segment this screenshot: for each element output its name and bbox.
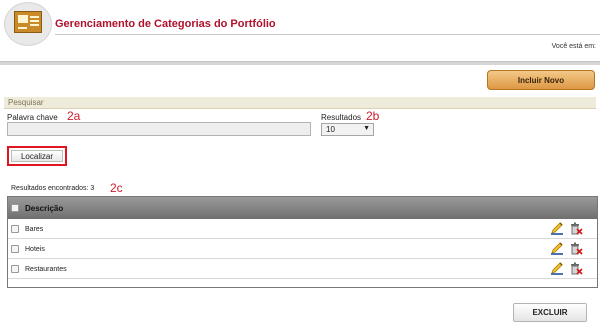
top-divider: [0, 61, 600, 65]
header-divider: [55, 34, 600, 35]
dropdown-arrow-icon: ▼: [363, 125, 370, 132]
search-section-label: Pesquisar: [8, 98, 44, 107]
locate-button[interactable]: Localizar: [11, 150, 63, 162]
column-header-description: Descrição: [25, 204, 64, 213]
row-checkbox[interactable]: [11, 225, 19, 233]
page-header: Gerenciamento de Categorias do Portfólio…: [0, 0, 600, 58]
annotation-2b: 2b: [366, 109, 380, 123]
include-new-button[interactable]: Incluir Novo: [487, 70, 595, 90]
categories-table: Descrição Bares Hoteis Restaurantes: [7, 196, 598, 288]
row-label: Restaurantes: [25, 266, 67, 273]
table-row: Bares: [8, 219, 597, 239]
row-label: Bares: [25, 226, 44, 233]
table-row: Restaurantes: [8, 259, 597, 279]
select-all-checkbox[interactable]: [11, 204, 19, 212]
results-count: Resultados encontrados: 3: [11, 185, 95, 192]
portfolio-logo-icon: [4, 2, 52, 46]
keyword-label: Palavra chave: [7, 113, 58, 122]
search-section-header: Pesquisar: [4, 97, 596, 109]
results-per-page-label: Resultados: [321, 113, 362, 122]
delete-button[interactable]: EXCLUIR: [513, 303, 587, 322]
breadcrumb: Você está em:: [551, 43, 596, 50]
edit-pencil-icon[interactable]: [550, 221, 564, 235]
annotation-2a: 2a: [67, 109, 81, 123]
table-header: Descrição: [8, 197, 597, 219]
row-label: Hoteis: [25, 246, 45, 253]
delete-trash-icon[interactable]: [569, 261, 583, 275]
results-per-page-select[interactable]: 10 ▼: [321, 123, 374, 136]
row-checkbox[interactable]: [11, 265, 19, 273]
delete-trash-icon[interactable]: [569, 221, 583, 235]
table-row: Hoteis: [8, 239, 597, 259]
delete-trash-icon[interactable]: [569, 241, 583, 255]
results-per-page-value: 10: [326, 125, 335, 134]
locate-button-highlight[interactable]: Localizar: [7, 146, 67, 166]
page-title: Gerenciamento de Categorias do Portfólio: [55, 18, 276, 30]
edit-pencil-icon[interactable]: [550, 241, 564, 255]
keyword-input[interactable]: [7, 122, 311, 136]
row-checkbox[interactable]: [11, 245, 19, 253]
edit-pencil-icon[interactable]: [550, 261, 564, 275]
annotation-2c: 2c: [110, 181, 123, 195]
